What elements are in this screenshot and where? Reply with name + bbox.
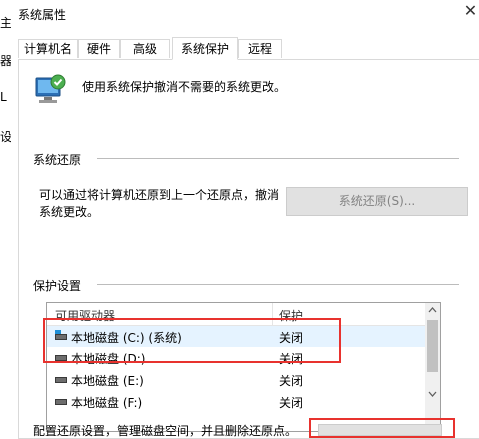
drive-icon [55, 399, 67, 405]
highlight-box [309, 418, 455, 438]
tab-hardware[interactable]: 硬件 [78, 39, 120, 58]
drive-name: 本地磁盘 (E:) [71, 374, 144, 388]
protection-settings-heading: 保护设置 [33, 279, 82, 293]
system-restore-button[interactable]: 系统还原(S)... [286, 187, 468, 216]
vertical-scrollbar[interactable] [425, 303, 440, 431]
tab-label: 硬件 [86, 42, 111, 56]
restore-description: 系统更改。 [39, 205, 100, 219]
intro-text: 使用系统保护撤消不需要的系统更改。 [82, 80, 287, 94]
tab-label: 计算机名 [23, 42, 72, 56]
drive-icon [55, 377, 67, 383]
scroll-up-icon[interactable] [428, 307, 437, 313]
restore-description: 可以通过将计算机还原到上一个还原点，撤消 [39, 188, 280, 202]
tab-computer-name[interactable]: 计算机名 [18, 39, 78, 58]
close-icon[interactable]: ✕ [462, 2, 479, 20]
scroll-down-icon[interactable] [428, 391, 437, 397]
table-row[interactable]: 本地磁盘 (E:) 关闭 [47, 369, 425, 390]
background-text: 主 [0, 16, 11, 30]
highlight-box [43, 318, 341, 363]
divider [97, 284, 459, 285]
window-title: 系统属性 [18, 8, 67, 22]
protection-status: 关闭 [279, 374, 304, 388]
system-protection-icon [35, 74, 66, 103]
tab-system-protection[interactable]: 系统保护 [172, 37, 238, 60]
background-text: 设 [0, 130, 11, 144]
tab-label: 高级 [132, 42, 157, 56]
divider [97, 158, 459, 159]
configure-text: 配置还原设置，管理磁盘空间，并且删除还原点。 [33, 424, 298, 438]
background-text: 器 [0, 54, 11, 68]
background-text: L [0, 90, 7, 104]
protection-status: 关闭 [279, 396, 304, 410]
table-row[interactable]: 本地磁盘 (F:) 关闭 [47, 391, 425, 412]
background-window-strip: 主 器 L 设 [0, 0, 11, 432]
drive-name: 本地磁盘 (F:) [71, 396, 143, 410]
tab-label: 远程 [247, 42, 272, 56]
tab-advanced[interactable]: 高级 [120, 39, 170, 58]
tab-remote[interactable]: 远程 [238, 39, 282, 58]
scrollbar-thumb[interactable] [427, 320, 438, 372]
system-restore-heading: 系统还原 [33, 153, 82, 167]
tab-label: 系统保护 [180, 42, 229, 56]
